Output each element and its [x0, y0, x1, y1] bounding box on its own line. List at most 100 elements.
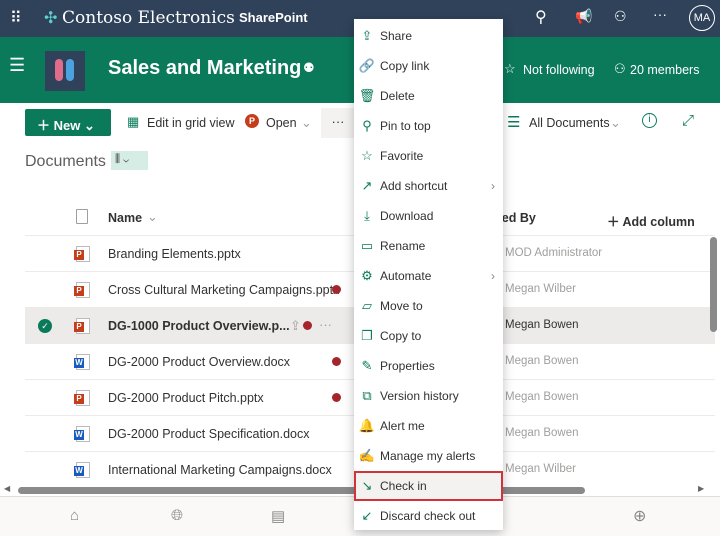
pin-icon: ⚲	[362, 118, 372, 133]
follow-button[interactable]: Not following	[523, 63, 595, 77]
app-name[interactable]: SharePoint	[239, 10, 308, 25]
column-name[interactable]: Name	[108, 211, 142, 225]
plus-icon: ＋	[37, 118, 54, 133]
teams-icon: ⚉	[303, 60, 315, 75]
modified-by: Megan Bowen	[505, 391, 579, 403]
site-logo	[45, 51, 85, 91]
modified-by: Megan Bowen	[505, 355, 579, 367]
add-icon[interactable]: ⊕	[633, 506, 646, 526]
automate-icon: ⚙	[361, 268, 373, 283]
manage-alerts-icon: ✍	[358, 448, 376, 463]
check-in-icon: ↘	[361, 478, 373, 493]
chevron-right-icon: ›	[491, 269, 495, 283]
info-icon[interactable]: i	[642, 113, 657, 128]
powerpoint-file-icon: P	[74, 390, 90, 406]
menu-item-version-history[interactable]: ⧉ Version history	[354, 381, 503, 411]
file-name[interactable]: Cross Cultural Marketing Campaigns.pptx	[108, 283, 339, 297]
modified-by: Megan Bowen	[505, 319, 579, 331]
site-title[interactable]: Sales and Marketing	[108, 57, 301, 80]
menu-item-copy-link[interactable]: 🔗 Copy link	[354, 51, 503, 81]
more-icon[interactable]: ···	[653, 6, 667, 22]
hamburger-icon[interactable]: ☰	[9, 55, 25, 76]
menu-item-move-to[interactable]: ▱ Move to	[354, 291, 503, 321]
file-name[interactable]: International Marketing Campaigns.docx	[108, 463, 332, 477]
expand-icon[interactable]: ⤢	[682, 112, 694, 129]
menu-item-manage-my-alerts[interactable]: ✍ Manage my alerts	[354, 441, 503, 471]
library-title: Documents	[25, 153, 106, 170]
modified-by: Megan Bowen	[505, 427, 579, 439]
shortcut-icon: ↗	[361, 178, 373, 193]
globe-icon[interactable]: 🌐︎	[171, 507, 183, 524]
star-icon: ☆	[361, 148, 373, 163]
download-icon: ⤓	[364, 208, 370, 223]
powerpoint-file-icon: P	[74, 246, 90, 262]
modified-by: Megan Wilber	[505, 463, 576, 475]
checked-out-icon	[332, 357, 341, 366]
add-column-button[interactable]: ＋ Add column	[607, 211, 695, 230]
menu-item-share[interactable]: ⇪ Share	[354, 21, 503, 51]
checked-out-icon	[332, 393, 341, 402]
trash-icon: 🗑	[358, 88, 376, 103]
menu-item-download[interactable]: ⤓ Download	[354, 201, 503, 231]
checked-out-icon	[332, 285, 341, 294]
history-icon: ⧉	[362, 388, 372, 403]
powerpoint-file-icon: P	[74, 282, 90, 298]
search-icon[interactable]: ⚲	[535, 7, 547, 27]
share-icon: ⇪	[361, 28, 373, 43]
menu-item-rename[interactable]: ▭ Rename	[354, 231, 503, 261]
members-button[interactable]: 20 members	[630, 63, 699, 77]
avatar[interactable]: MA	[689, 5, 715, 31]
link-icon: 🔗	[358, 58, 376, 73]
more-icon[interactable]: ···	[319, 317, 332, 332]
megaphone-icon[interactable]: 📢	[575, 8, 592, 25]
word-file-icon: W	[74, 426, 90, 442]
menu-item-alert-me[interactable]: 🔔 Alert me	[354, 411, 503, 441]
file-name[interactable]: DG-2000 Product Overview.docx	[108, 355, 290, 369]
menu-item-copy-to[interactable]: ❐ Copy to	[354, 321, 503, 351]
pencil-icon: ✎	[361, 358, 373, 373]
grid-icon: ▦	[127, 114, 140, 129]
menu-item-delete[interactable]: 🗑 Delete	[354, 81, 503, 111]
word-file-icon: W	[74, 462, 90, 478]
context-menu: ⇪ Share 🔗 Copy link 🗑 Delete ⚲ Pin to top ☆ Favor…	[354, 19, 503, 530]
chevron-right-icon: ›	[491, 179, 495, 193]
menu-item-add-shortcut[interactable]: ↗ Add shortcut ›	[354, 171, 503, 201]
vertical-scrollbar[interactable]	[710, 237, 717, 332]
more-actions-button[interactable]: ···	[321, 108, 355, 138]
feedback-icon[interactable]: ⚇	[614, 8, 627, 25]
menu-item-pin-to-top[interactable]: ⚲ Pin to top	[354, 111, 503, 141]
new-button[interactable]: ＋ New ⌄	[25, 109, 111, 136]
view-list-icon: ☰	[507, 114, 521, 131]
view-selector[interactable]: All Documents	[529, 116, 610, 130]
chevron-down-icon[interactable]: ⌄	[301, 115, 312, 131]
modified-by: MOD Administrator	[505, 247, 603, 259]
app-launcher-icon[interactable]: ⠿	[10, 8, 22, 28]
file-name[interactable]: DG-2000 Product Pitch.pptx	[108, 391, 264, 405]
open-button[interactable]: Open	[266, 116, 297, 130]
file-name[interactable]: DG-1000 Product Overview.p...	[108, 319, 290, 333]
menu-item-favorite[interactable]: ☆ Favorite	[354, 141, 503, 171]
discard-icon: ↙	[361, 508, 373, 523]
menu-item-discard-check-out[interactable]: ↙ Discard check out	[354, 501, 503, 531]
selected-check-icon[interactable]: ✓	[38, 319, 52, 333]
powerpoint-file-icon: P	[74, 318, 90, 334]
bell-icon: 🔔	[358, 418, 376, 433]
powerpoint-icon: P	[245, 114, 259, 128]
modified-by: Megan Wilber	[505, 283, 576, 295]
chevron-down-icon: ⌄	[80, 118, 95, 133]
file-name[interactable]: Branding Elements.pptx	[108, 247, 241, 261]
file-name[interactable]: DG-2000 Product Specification.docx	[108, 427, 310, 441]
edit-grid-button[interactable]: Edit in grid view	[147, 116, 235, 130]
chevron-down-icon[interactable]: ⌄	[610, 115, 621, 131]
menu-item-check-in[interactable]: ↘ Check in	[354, 471, 503, 501]
menu-item-automate[interactable]: ⚙ Automate ›	[354, 261, 503, 291]
star-icon[interactable]: ☆	[504, 61, 516, 77]
contoso-logo-icon: ✣	[44, 10, 58, 27]
view-options-button[interactable]: ⫼ ⌄	[111, 151, 148, 170]
menu-item-properties[interactable]: ✎ Properties	[354, 351, 503, 381]
copy-icon: ❐	[361, 328, 373, 343]
share-icon[interactable]: ⇪	[290, 318, 301, 334]
news-icon[interactable]: ▤	[271, 507, 285, 525]
home-icon[interactable]: ⌂	[70, 507, 79, 524]
brand-name[interactable]: Contoso Electronics	[62, 8, 235, 28]
